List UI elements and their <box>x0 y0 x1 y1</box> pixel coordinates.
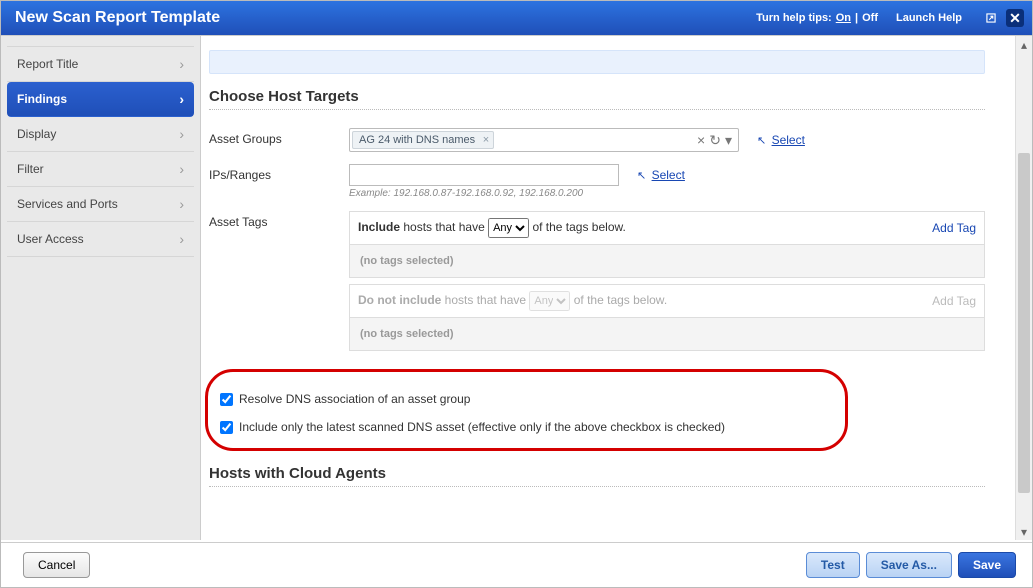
no-tags-selected: (no tags selected) <box>360 328 454 340</box>
close-icon: ✕ <box>1009 10 1021 27</box>
exclude-suffix: of the tags below. <box>574 293 667 307</box>
select-ips-link[interactable]: Select <box>652 168 685 182</box>
example-text: 192.168.0.87-192.168.0.92, 192.168.0.200 <box>393 188 583 199</box>
resolve-dns-checkbox[interactable] <box>220 393 233 406</box>
window-title: New Scan Report Template <box>15 9 756 27</box>
chevron-right-icon: › <box>179 126 184 142</box>
chevron-right-icon: › <box>179 91 184 107</box>
asset-groups-label: Asset Groups <box>209 128 349 146</box>
ips-example: Example: 192.168.0.87-192.168.0.92, 192.… <box>349 188 985 199</box>
exclude-tags-body: (no tags selected) <box>349 318 985 351</box>
save-as-button[interactable]: Save As... <box>866 552 952 578</box>
chevron-right-icon: › <box>179 231 184 247</box>
pointer-icon: ↖ <box>757 135 766 147</box>
exclude-prefix: Do not include <box>358 293 441 307</box>
scroll-down-arrow[interactable]: ▾ <box>1016 523 1032 540</box>
sidebar-item-label: Filter <box>17 162 44 176</box>
popout-icon <box>984 11 998 25</box>
chevron-right-icon: › <box>179 196 184 212</box>
ips-ranges-input[interactable] <box>349 164 619 186</box>
help-tips-off-link[interactable]: Off <box>862 12 878 24</box>
dropdown-toggle-icon[interactable]: ▾ <box>725 132 732 149</box>
exclude-middle: hosts that have <box>445 293 526 307</box>
help-tips-label: Turn help tips: <box>756 12 832 24</box>
include-middle: hosts that have <box>403 220 484 234</box>
sidebar-item-display[interactable]: Display › <box>7 117 194 152</box>
chevron-right-icon: › <box>179 161 184 177</box>
sidebar-item-findings[interactable]: Findings › <box>7 82 194 117</box>
include-prefix: Include <box>358 220 400 234</box>
asset-tags-label: Asset Tags <box>209 211 349 229</box>
scroll-thumb[interactable] <box>1018 153 1030 493</box>
sidebar-item-label: Display <box>17 127 56 141</box>
select-asset-groups-link[interactable]: Select <box>772 133 805 147</box>
launch-help-link[interactable]: Launch Help <box>896 12 962 24</box>
scroll-up-arrow[interactable]: ▴ <box>1016 36 1032 53</box>
select-ips[interactable]: ↖ Select <box>637 168 685 182</box>
help-tips-on-link[interactable]: On <box>836 12 851 24</box>
clear-all-icon[interactable]: × <box>697 132 705 148</box>
latest-dns-checkbox[interactable] <box>220 421 233 434</box>
popout-button[interactable] <box>982 9 1000 27</box>
include-suffix: of the tags below. <box>532 220 625 234</box>
sidebar-item-label: User Access <box>17 232 84 246</box>
select-asset-groups[interactable]: ↖ Select <box>757 133 805 147</box>
close-button[interactable]: ✕ <box>1006 9 1024 27</box>
main-content: Choose Host Targets Asset Groups AG 24 w… <box>201 36 1015 540</box>
exclude-tags-header: Do not include hosts that have Any of th… <box>349 284 985 318</box>
include-tags-body: (no tags selected) <box>349 245 985 278</box>
sidebar-item-label: Services and Ports <box>17 197 118 211</box>
exclude-match-select: Any <box>529 291 570 311</box>
pointer-icon: ↖ <box>637 170 646 182</box>
asset-group-token-text: AG 24 with DNS names <box>359 134 475 146</box>
section-title: Choose Host Targets <box>209 88 985 110</box>
titlebar: New Scan Report Template Turn help tips:… <box>1 1 1032 35</box>
scroll-track[interactable] <box>1016 53 1032 523</box>
hosts-cloud-agents-title: Hosts with Cloud Agents <box>209 465 985 487</box>
sidebar-item-label: Report Title <box>17 57 78 71</box>
footer: Cancel Test Save As... Save <box>1 542 1032 587</box>
help-tips-sep: | <box>855 12 858 24</box>
sidebar-item-report-title[interactable]: Report Title › <box>7 46 194 82</box>
asset-group-token: AG 24 with DNS names × <box>352 131 494 149</box>
sidebar-item-label: Findings <box>17 92 67 106</box>
no-tags-selected: (no tags selected) <box>360 255 454 267</box>
help-tips-group: Turn help tips: On | Off <box>756 12 878 24</box>
sidebar-item-filter[interactable]: Filter › <box>7 152 194 187</box>
refresh-icon[interactable]: ↻ <box>709 132 721 149</box>
example-prefix: Example: <box>349 188 391 199</box>
highlighted-options: Resolve DNS association of an asset grou… <box>205 369 848 451</box>
include-tags-header: Include hosts that have Any of the tags … <box>349 211 985 245</box>
cancel-button[interactable]: Cancel <box>23 552 90 578</box>
test-button[interactable]: Test <box>806 552 860 578</box>
latest-dns-label: Include only the latest scanned DNS asse… <box>239 420 725 434</box>
asset-groups-input[interactable]: AG 24 with DNS names × × ↻ ▾ <box>349 128 739 152</box>
sidebar-item-user-access[interactable]: User Access › <box>7 222 194 257</box>
resolve-dns-label: Resolve DNS association of an asset grou… <box>239 392 470 406</box>
add-exclude-tag-link: Add Tag <box>932 294 976 308</box>
chevron-right-icon: › <box>179 56 184 72</box>
add-include-tag-link[interactable]: Add Tag <box>932 221 976 235</box>
vertical-scrollbar[interactable]: ▴ ▾ <box>1015 36 1032 540</box>
ips-ranges-label: IPs/Ranges <box>209 164 349 182</box>
sidebar-item-services-ports[interactable]: Services and Ports › <box>7 187 194 222</box>
remove-token-icon[interactable]: × <box>483 134 489 146</box>
include-match-select[interactable]: Any <box>488 218 529 238</box>
info-banner <box>209 50 985 74</box>
save-button[interactable]: Save <box>958 552 1016 578</box>
sidebar: Report Title › Findings › Display › Filt… <box>1 36 201 540</box>
